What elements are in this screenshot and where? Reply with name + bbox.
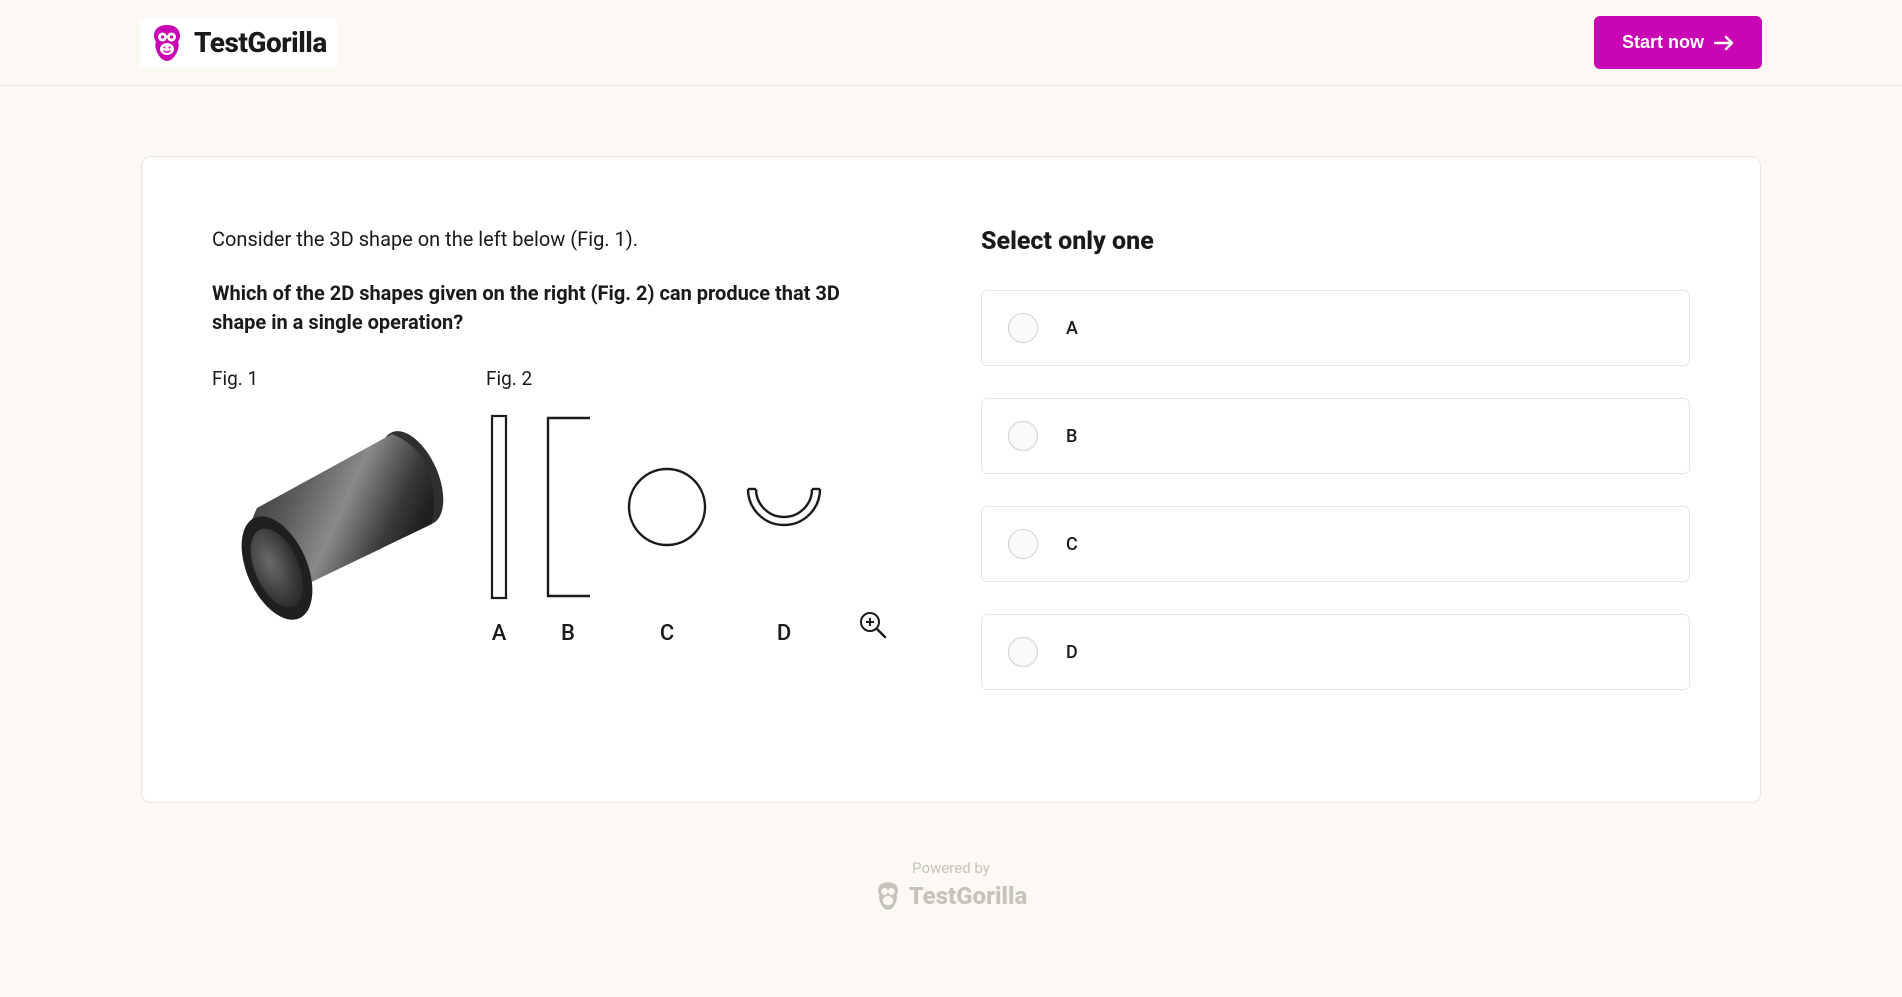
answers-heading: Select only one	[981, 227, 1690, 256]
option-a-label: A	[1066, 318, 1078, 339]
footer: Powered by TestGorilla	[0, 859, 1902, 915]
radio-icon	[1008, 421, 1038, 451]
option-c[interactable]: C	[981, 506, 1690, 582]
shape-c-label: C	[660, 621, 674, 646]
question-intro: Consider the 3D shape on the left below …	[212, 227, 921, 251]
footer-brand-name: TestGorilla	[909, 882, 1028, 910]
shape-c-icon	[624, 464, 710, 550]
shape-d-icon	[738, 479, 830, 535]
question-main: Which of the 2D shapes given on the righ…	[212, 279, 872, 337]
question-card: Consider the 3D shape on the left below …	[141, 156, 1761, 803]
shape-b: B	[540, 407, 596, 646]
question-column: Consider the 3D shape on the left below …	[212, 227, 921, 722]
shape-b-label: B	[561, 621, 575, 646]
shape-d: D	[738, 407, 830, 646]
arrow-right-icon	[1714, 35, 1734, 51]
footer-brand: TestGorilla	[875, 881, 1028, 911]
shape-a-label: A	[492, 621, 507, 646]
figure-1-label: Fig. 1	[212, 367, 452, 390]
brand-logo: TestGorilla	[140, 18, 337, 68]
gorilla-icon	[150, 24, 184, 62]
shape-c: C	[624, 407, 710, 646]
figure-2-label: Fig. 2	[486, 367, 888, 390]
option-d-label: D	[1066, 642, 1078, 663]
shape-b-icon	[540, 412, 596, 602]
option-c-label: C	[1066, 534, 1078, 555]
powered-by-label: Powered by	[0, 859, 1902, 877]
shape-a: A	[486, 407, 512, 646]
shape-d-label: D	[777, 621, 791, 646]
zoom-in-icon[interactable]	[858, 610, 888, 640]
header-bar: TestGorilla Start now	[0, 0, 1902, 86]
figure-2: Fig. 2 A	[486, 367, 888, 646]
figure-block: Fig. 1	[212, 367, 921, 646]
option-b-label: B	[1066, 426, 1077, 447]
option-b[interactable]: B	[981, 398, 1690, 474]
radio-icon	[1008, 313, 1038, 343]
shape-a-icon	[486, 412, 512, 602]
brand-name: TestGorilla	[194, 26, 327, 59]
radio-icon	[1008, 637, 1038, 667]
tube-3d-icon	[212, 406, 452, 626]
start-now-label: Start now	[1622, 32, 1704, 53]
gorilla-icon	[875, 881, 901, 911]
option-d[interactable]: D	[981, 614, 1690, 690]
start-now-button[interactable]: Start now	[1594, 16, 1762, 69]
radio-icon	[1008, 529, 1038, 559]
figure-1: Fig. 1	[212, 367, 452, 626]
option-a[interactable]: A	[981, 290, 1690, 366]
answers-column: Select only one A B C D	[981, 227, 1690, 722]
